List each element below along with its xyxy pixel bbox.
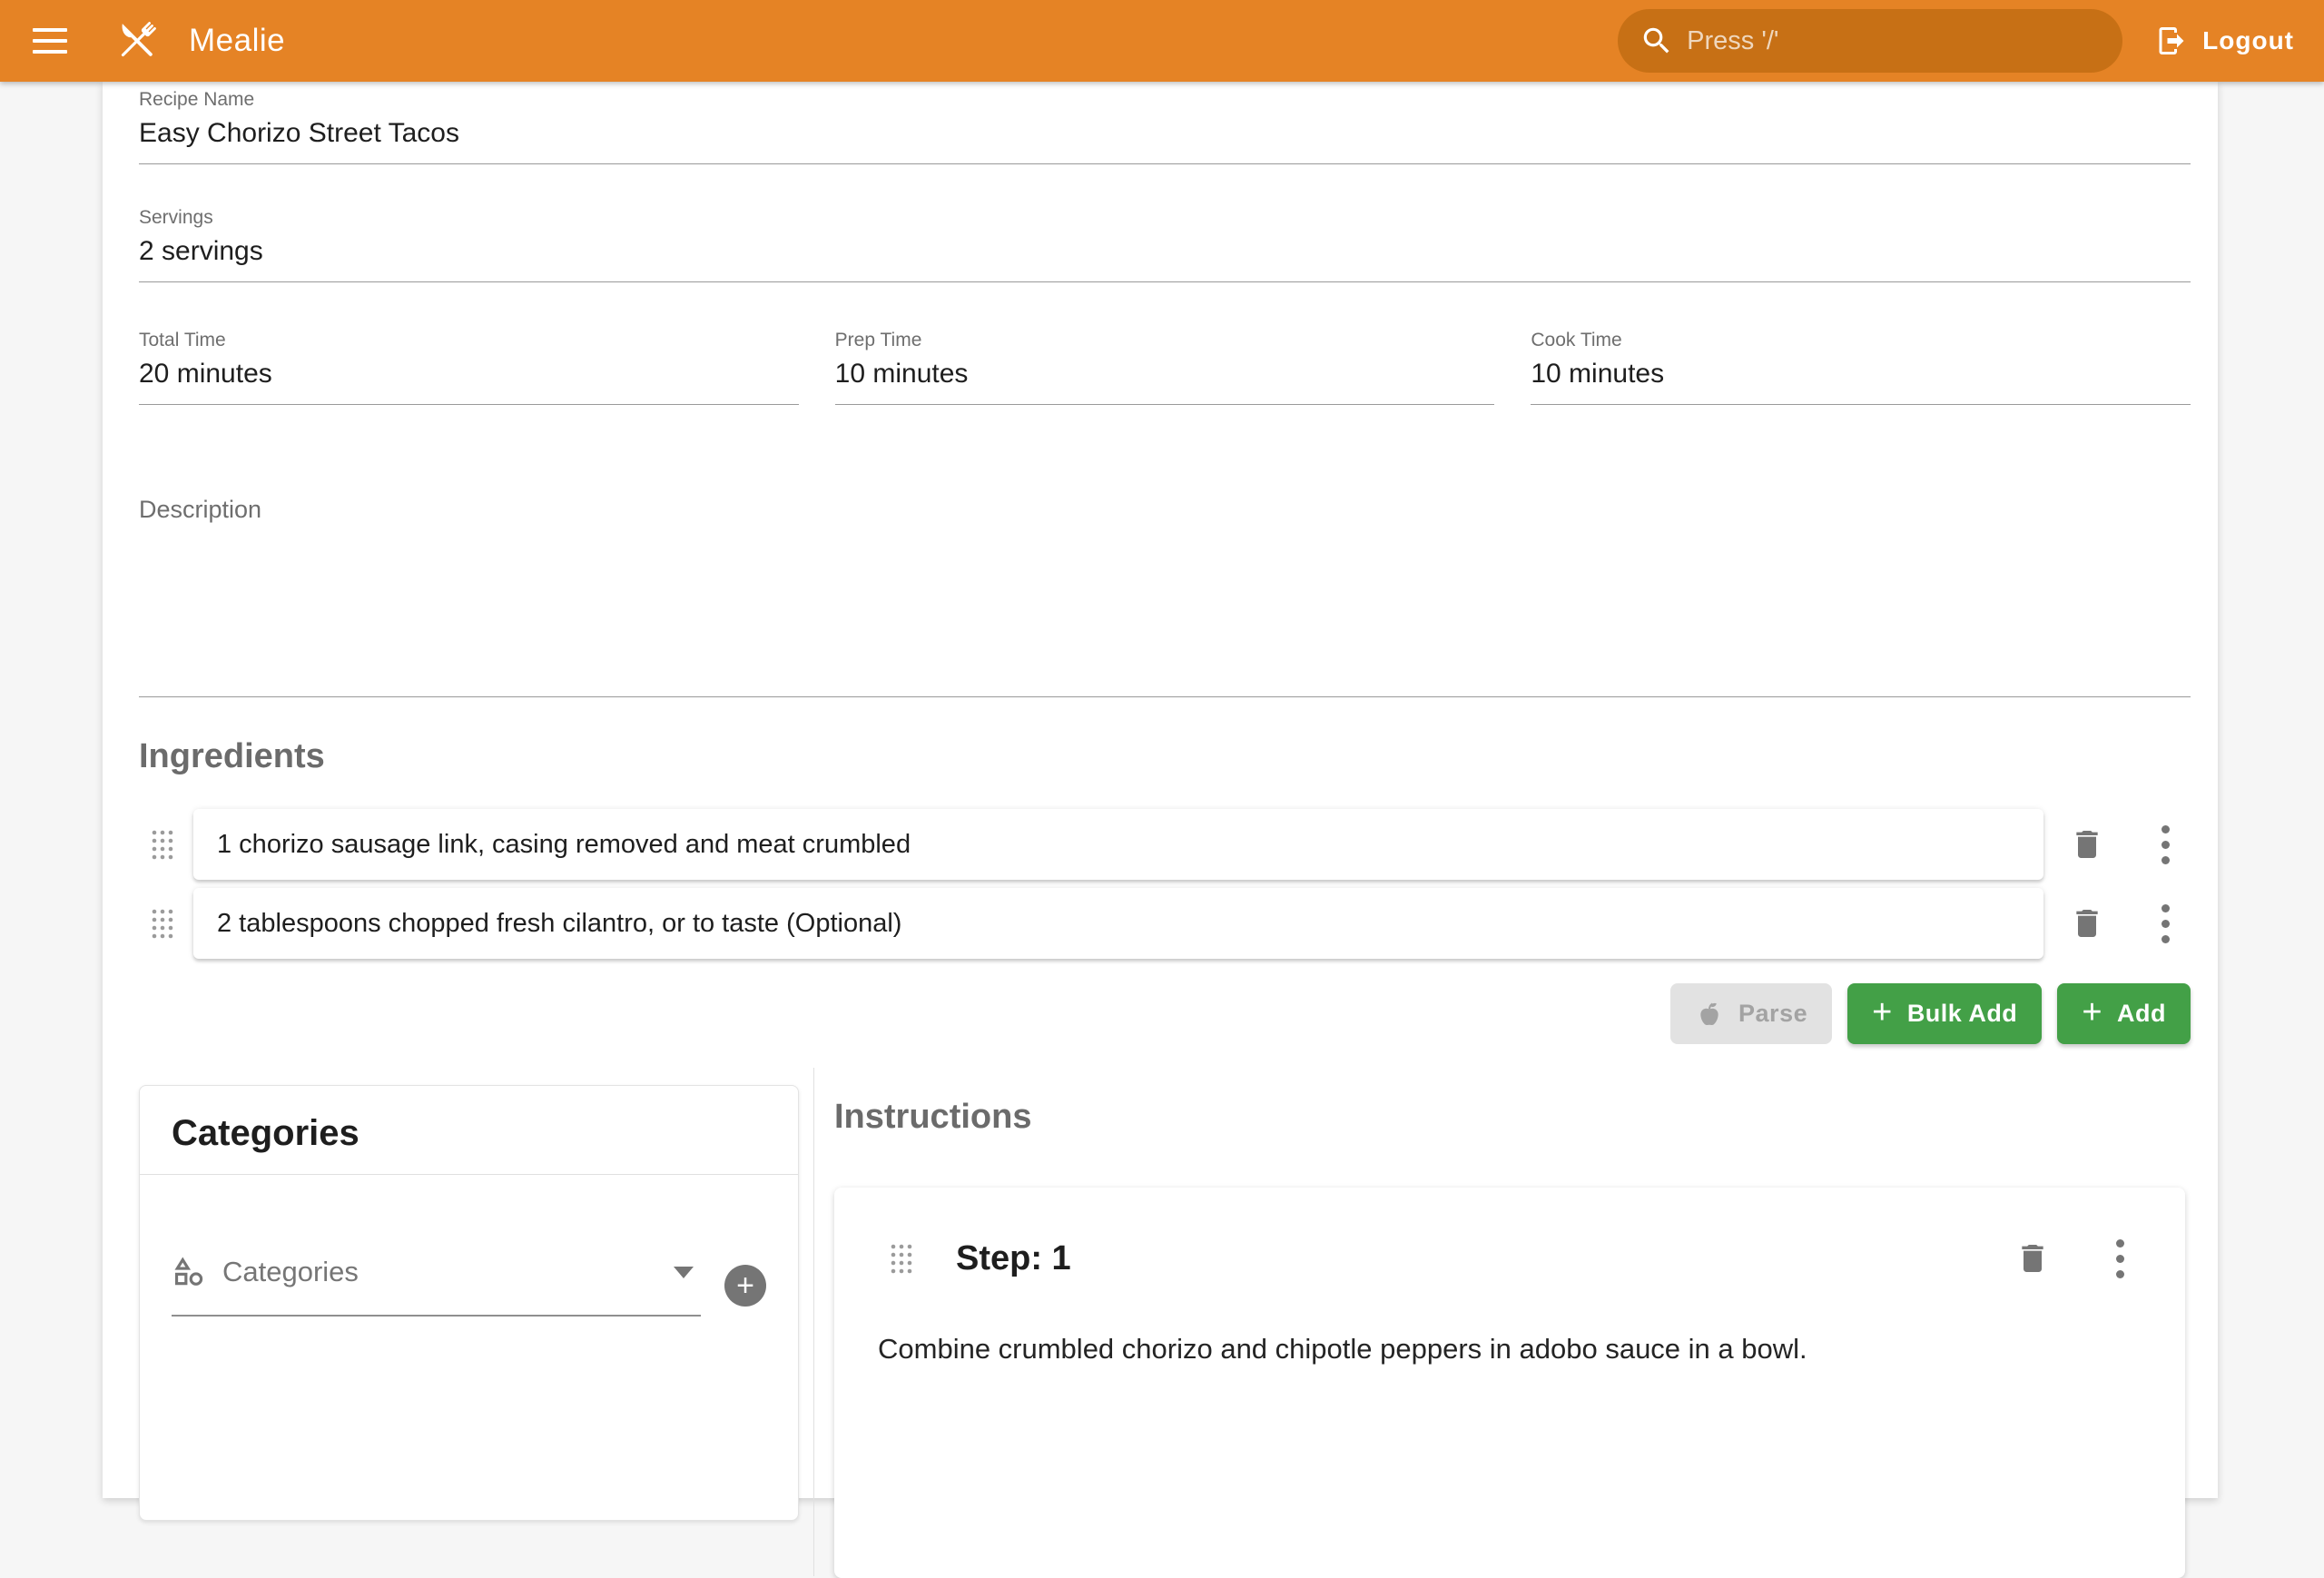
total-time-input[interactable] xyxy=(139,351,799,404)
ingredient-menu-button[interactable] xyxy=(2140,819,2191,870)
delete-ingredient-button[interactable] xyxy=(2062,898,2112,949)
ingredient-text-field xyxy=(193,809,2043,880)
servings-input[interactable] xyxy=(139,229,2191,281)
times-row: Total Time Prep Time Cook Time xyxy=(139,330,2191,405)
description-textarea[interactable] xyxy=(139,524,2191,696)
trash-icon xyxy=(2069,826,2105,863)
ingredient-text-field xyxy=(193,888,2043,959)
kebab-icon xyxy=(2162,825,2170,864)
categories-column: Categories Categories xyxy=(139,1068,814,1576)
apple-icon xyxy=(1695,1000,1724,1029)
instructions-column: Instructions Step: 1 xyxy=(814,1068,2191,1576)
drag-dots-icon xyxy=(151,829,174,860)
prep-time-field: Prep Time xyxy=(835,330,1495,405)
add-category-button[interactable]: + xyxy=(724,1265,766,1307)
parse-label: Parse xyxy=(1738,1000,1807,1028)
plus-icon: + xyxy=(1872,995,1893,1030)
card-divider xyxy=(140,1174,798,1175)
cook-time-field: Cook Time xyxy=(1531,330,2191,405)
kebab-icon xyxy=(2116,1239,2124,1278)
bulk-add-button[interactable]: + Bulk Add xyxy=(1847,983,2042,1044)
instructions-section-title: Instructions xyxy=(834,1098,2191,1137)
ingredient-row xyxy=(139,888,2191,959)
categories-select-row: Categories + xyxy=(172,1255,766,1317)
servings-field: Servings xyxy=(139,207,2191,282)
categories-card-title: Categories xyxy=(172,1113,766,1154)
ingredients-section-title: Ingredients xyxy=(139,737,2191,776)
ingredient-menu-button[interactable] xyxy=(2140,898,2191,949)
app-bar: Mealie Logout xyxy=(0,0,2324,82)
categories-select[interactable]: Categories xyxy=(172,1255,701,1317)
menu-button[interactable] xyxy=(33,15,84,66)
search-field[interactable] xyxy=(1618,9,2122,73)
logout-label: Logout xyxy=(2202,26,2294,55)
delete-step-button[interactable] xyxy=(2007,1233,2058,1284)
cook-time-label: Cook Time xyxy=(1531,330,2191,351)
shapes-category-icon xyxy=(172,1255,206,1289)
delete-ingredient-button[interactable] xyxy=(2062,819,2112,870)
plus-icon: + xyxy=(736,1270,754,1301)
chevron-down-icon xyxy=(674,1267,694,1278)
description-label: Description xyxy=(139,496,2191,524)
ingredient-input[interactable] xyxy=(217,909,2020,939)
prep-time-label: Prep Time xyxy=(835,330,1495,351)
add-ingredient-button[interactable]: + Add xyxy=(2057,983,2191,1044)
ingredient-input[interactable] xyxy=(217,830,2020,860)
drag-dots-icon xyxy=(890,1243,913,1274)
step-card: Step: 1 Combine crumbled chorizo and chi… xyxy=(834,1188,2185,1578)
kebab-icon xyxy=(2162,904,2170,943)
total-time-label: Total Time xyxy=(139,330,799,351)
description-field: Description xyxy=(139,496,2191,697)
step-menu-button[interactable] xyxy=(2094,1233,2145,1284)
search-icon xyxy=(1640,24,1674,58)
logout-button[interactable]: Logout xyxy=(2155,25,2294,57)
recipe-editor-card: Recipe Name Servings Total Time Prep Tim… xyxy=(103,82,2218,1498)
categories-select-placeholder: Categories xyxy=(222,1256,674,1288)
plus-icon: + xyxy=(2082,995,2102,1030)
bulk-add-label: Bulk Add xyxy=(1907,1000,2018,1028)
logout-icon xyxy=(2155,25,2188,57)
parse-button[interactable]: Parse xyxy=(1670,983,1832,1044)
bottom-section: Categories Categories xyxy=(139,1068,2191,1576)
recipe-name-field: Recipe Name xyxy=(139,89,2191,164)
drag-dots-icon xyxy=(151,908,174,939)
trash-icon xyxy=(2014,1240,2051,1277)
ingredient-drag-handle[interactable] xyxy=(141,823,184,866)
step-text: Combine crumbled chorizo and chipotle pe… xyxy=(878,1329,2145,1368)
hamburger-icon xyxy=(33,28,67,32)
step-header: Step: 1 xyxy=(878,1233,2145,1284)
search-input[interactable] xyxy=(1687,26,2101,56)
total-time-field: Total Time xyxy=(139,330,799,405)
recipe-name-input[interactable] xyxy=(139,111,2191,163)
trash-icon xyxy=(2069,905,2105,942)
ingredient-row xyxy=(139,809,2191,880)
servings-label: Servings xyxy=(139,207,2191,229)
add-label: Add xyxy=(2117,1000,2166,1028)
step-title: Step: 1 xyxy=(956,1239,1071,1278)
cook-time-input[interactable] xyxy=(1531,351,2191,404)
fork-knife-logo-icon xyxy=(111,15,163,67)
ingredient-drag-handle[interactable] xyxy=(141,902,184,945)
categories-card: Categories Categories xyxy=(139,1085,799,1521)
prep-time-input[interactable] xyxy=(835,351,1495,404)
step-drag-handle[interactable] xyxy=(880,1237,923,1280)
recipe-name-label: Recipe Name xyxy=(139,89,2191,111)
app-title: Mealie xyxy=(189,23,285,59)
ingredient-actions: Parse + Bulk Add + Add xyxy=(139,983,2191,1044)
